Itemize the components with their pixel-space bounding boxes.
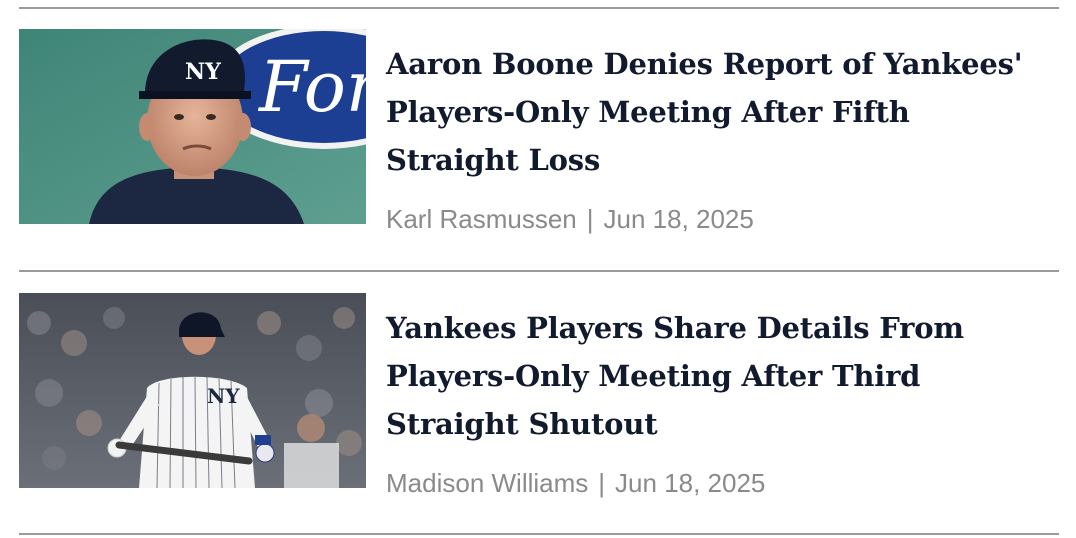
article-headline[interactable]: Yankees Players Share Details From Playe… (386, 304, 1046, 448)
batter-photo: NY (19, 293, 366, 488)
jersey-logo: NY (207, 384, 240, 408)
meta-separator: | (586, 204, 594, 234)
ford-sign-text: For (257, 46, 366, 128)
article-divider (19, 270, 1059, 272)
article-author[interactable]: Karl Rasmussen (386, 204, 577, 234)
article-author[interactable]: Madison Williams (386, 468, 588, 498)
bottom-divider (19, 533, 1059, 535)
cap-logo: NY (185, 59, 221, 85)
article-meta: Karl Rasmussen | Jun 18, 2025 (386, 202, 754, 236)
article-meta: Madison Williams | Jun 18, 2025 (386, 466, 765, 500)
top-divider (19, 7, 1059, 9)
article-card-players-meeting[interactable]: NY Yankees Players Share Details From Pl… (19, 293, 1059, 498)
article-thumbnail-image[interactable]: NY (19, 293, 366, 488)
article-card-boone[interactable]: For NY Aaron Boone Denies Report of Yank… (19, 29, 1059, 234)
boone-photo: For NY (19, 29, 366, 224)
article-thumbnail-image[interactable]: For NY (19, 29, 366, 224)
article-headline[interactable]: Aaron Boone Denies Report of Yankees' Pl… (386, 40, 1046, 184)
meta-separator: | (598, 468, 606, 498)
article-date: Jun 18, 2025 (615, 468, 766, 498)
article-date: Jun 18, 2025 (603, 204, 754, 234)
